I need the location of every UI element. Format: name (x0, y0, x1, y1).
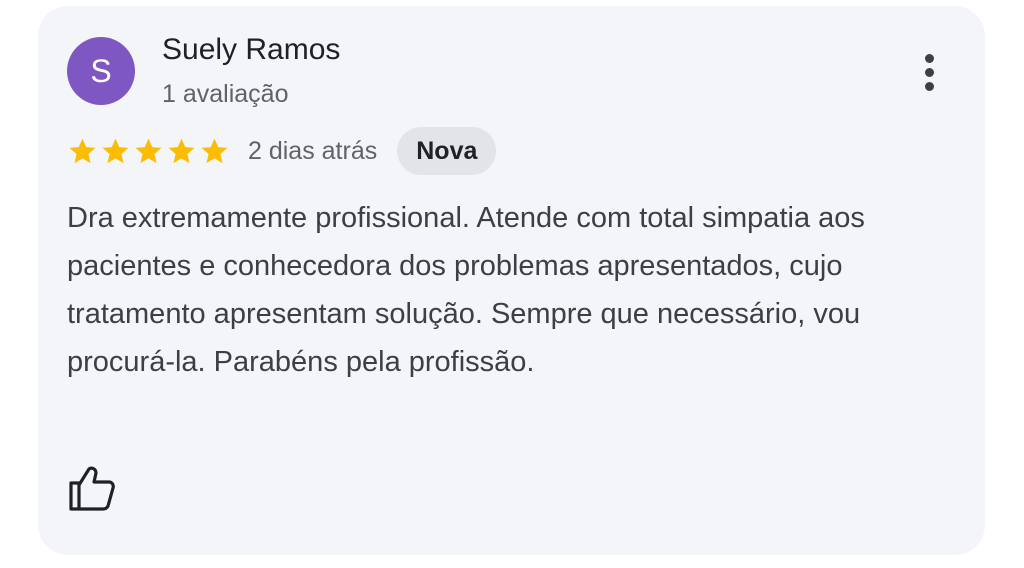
more-vertical-icon-dot (924, 81, 934, 91)
more-options-button[interactable] (907, 46, 951, 98)
review-card: S Suely Ramos 1 avaliação 2 dias atrás N… (38, 6, 985, 555)
avatar-initial: S (90, 52, 112, 89)
avatar[interactable]: S (67, 37, 135, 105)
thumbs-up-icon (69, 466, 115, 511)
new-badge: Nova (397, 127, 497, 175)
star-icon (168, 138, 195, 163)
star-icon (102, 138, 129, 163)
star-icon (69, 138, 96, 163)
more-vertical-icon-dot (924, 67, 934, 77)
star-rating (67, 136, 230, 167)
review-date: 2 dias atrás (248, 136, 378, 165)
author-name[interactable]: Suely Ramos (162, 32, 340, 68)
more-vertical-icon (924, 53, 934, 63)
review-text: Dra extremamente profissional. Atende co… (67, 202, 865, 378)
star-icon (135, 138, 162, 163)
author-review-count: 1 avaliação (162, 80, 289, 108)
like-button[interactable] (65, 461, 119, 515)
rating-row: 2 dias atrás Nova (67, 127, 497, 175)
star-icon (201, 138, 228, 163)
